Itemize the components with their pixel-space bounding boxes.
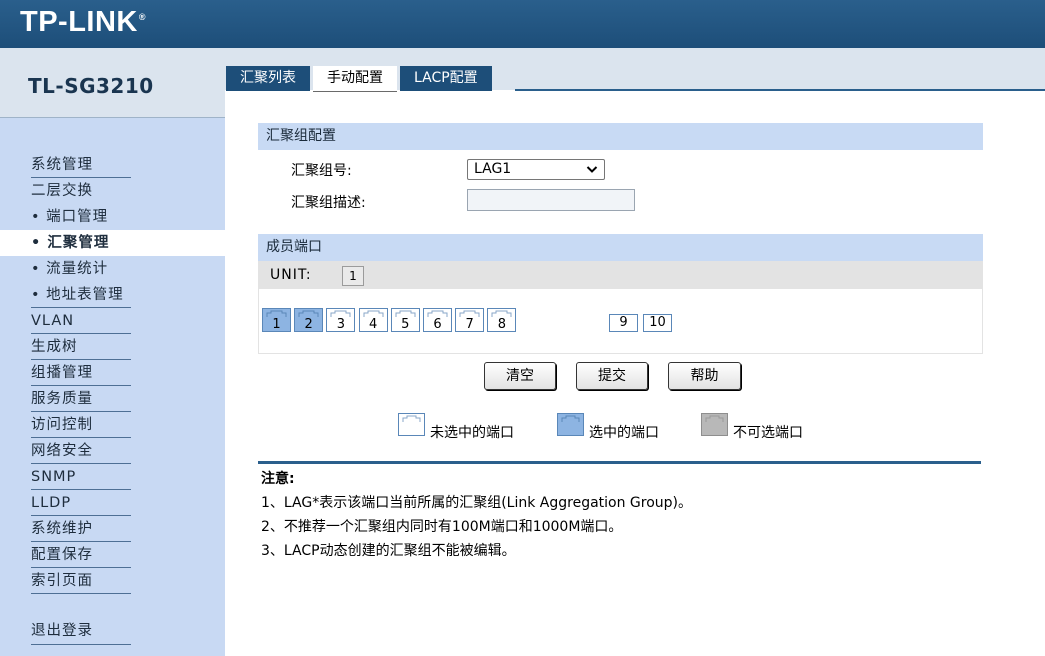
port-number: 1 — [262, 317, 291, 332]
tab-manual-config[interactable]: 手动配置 — [313, 66, 397, 92]
port-number: 5 — [390, 317, 420, 332]
unselected-port-icon — [398, 413, 425, 436]
legend-unavailable-label: 不可选端口 — [733, 425, 803, 441]
sidebar-item-network-security[interactable]: 网络安全 — [0, 438, 225, 464]
tab-lag-list[interactable]: 汇聚列表 — [226, 66, 310, 91]
sidebar-item-traffic-stats[interactable]: • 流量统计 — [0, 256, 225, 282]
section-header-member-ports: 成员端口 — [258, 234, 983, 261]
sidebar-item-save-config[interactable]: 配置保存 — [0, 542, 225, 568]
clear-button[interactable]: 清空 — [484, 362, 556, 390]
note-1: 1、LAG*表示该端口当前所属的汇聚组(Link Aggregation Gro… — [261, 495, 693, 511]
device-model-panel: TL-SG3210 — [0, 48, 225, 118]
port-number: 2 — [294, 317, 324, 332]
submit-button[interactable]: 提交 — [576, 362, 648, 390]
chevron-down-icon — [586, 160, 598, 185]
port-4[interactable]: 4 — [358, 308, 388, 332]
unit-label: UNIT: — [270, 267, 312, 283]
port-9[interactable]: 9 — [609, 314, 638, 332]
port-5[interactable]: 5 — [390, 308, 420, 332]
sidebar-item-lldp[interactable]: LLDP — [0, 490, 225, 516]
sidebar: TL-SG3210 系统管理 二层交换 • 端口管理 • 汇聚管理 • 流量统计… — [0, 48, 225, 656]
port-7[interactable]: 7 — [455, 308, 485, 332]
tab-underline — [515, 89, 1045, 91]
notes-divider — [258, 461, 981, 464]
note-3: 3、LACP动态创建的汇聚组不能被编辑。 — [261, 543, 516, 559]
sidebar-item-qos[interactable]: 服务质量 — [0, 386, 225, 412]
port-number: 8 — [487, 317, 517, 332]
port-number: 3 — [326, 317, 356, 332]
sidebar-nav: 系统管理 二层交换 • 端口管理 • 汇聚管理 • 流量统计 • 地址表管理 V… — [0, 152, 225, 594]
section-header-group-config: 汇聚组配置 — [258, 123, 983, 150]
tab-bar: 汇聚列表 手动配置 LACP配置 — [226, 66, 495, 92]
port-1[interactable]: 1 — [262, 308, 291, 332]
lag-id-label: 汇聚组号: — [291, 163, 352, 179]
tp-link-logo: TP-LINK® — [20, 6, 147, 38]
unit-bar: UNIT: — [258, 261, 983, 289]
lag-id-select[interactable]: LAG1 — [467, 159, 605, 180]
port-number: 7 — [455, 317, 485, 332]
sidebar-item-system[interactable]: 系统管理 — [0, 152, 225, 178]
port-number: 4 — [358, 317, 388, 332]
sidebar-item-lag-management[interactable]: • 汇聚管理 — [0, 230, 225, 256]
port-8[interactable]: 8 — [487, 308, 517, 332]
port-6[interactable]: 6 — [423, 308, 452, 332]
help-button[interactable]: 帮助 — [668, 362, 741, 390]
unit-selector[interactable]: 1 — [342, 266, 364, 286]
sidebar-item-address-table[interactable]: • 地址表管理 — [0, 282, 225, 308]
port-10[interactable]: 10 — [643, 314, 672, 332]
unavailable-port-icon — [701, 413, 728, 436]
lag-desc-label: 汇聚组描述: — [291, 195, 366, 211]
notes-title: 注意: — [261, 471, 295, 487]
sidebar-item-snmp[interactable]: SNMP — [0, 464, 225, 490]
tab-lacp-config[interactable]: LACP配置 — [400, 66, 492, 91]
port-3[interactable]: 3 — [326, 308, 356, 332]
logout-link[interactable]: 退出登录 — [0, 618, 225, 645]
legend-selected-label: 选中的端口 — [589, 425, 659, 441]
selected-port-icon — [557, 413, 584, 436]
sidebar-item-port-management[interactable]: • 端口管理 — [0, 204, 225, 230]
sidebar-item-index-page[interactable]: 索引页面 — [0, 568, 225, 594]
sidebar-item-maintenance[interactable]: 系统维护 — [0, 516, 225, 542]
sidebar-item-multicast[interactable]: 组播管理 — [0, 360, 225, 386]
device-model: TL-SG3210 — [28, 74, 154, 98]
sidebar-item-vlan[interactable]: VLAN — [0, 308, 225, 334]
top-banner: TP-LINK® — [0, 0, 1045, 48]
lag-description-input[interactable] — [467, 189, 635, 211]
sidebar-item-spanning-tree[interactable]: 生成树 — [0, 334, 225, 360]
port-number: 6 — [423, 317, 452, 332]
sidebar-item-l2-switching[interactable]: 二层交换 — [0, 178, 225, 204]
port-2[interactable]: 2 — [294, 308, 324, 332]
sidebar-item-access-control[interactable]: 访问控制 — [0, 412, 225, 438]
note-2: 2、不推荐一个汇聚组内同时有100M端口和1000M端口。 — [261, 519, 623, 535]
legend-unselected-label: 未选中的端口 — [430, 425, 514, 441]
